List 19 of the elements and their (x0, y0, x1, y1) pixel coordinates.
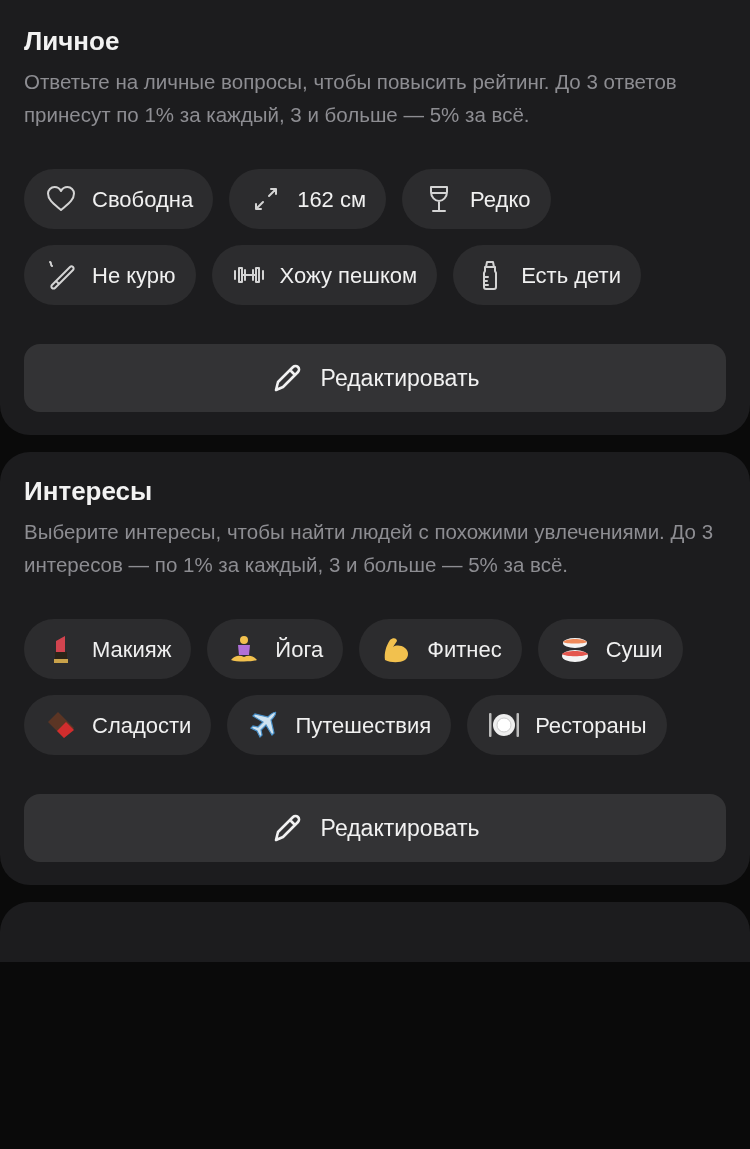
interest-chip[interactable]: Суши (537, 619, 683, 680)
interest-chip[interactable]: Путешествия (227, 695, 452, 756)
profile-chip[interactable]: Не курю (24, 245, 196, 306)
section-title: Личное (24, 26, 121, 58)
interest-chip[interactable]: Рестораны (467, 695, 667, 756)
interest-chip[interactable]: Сладости (24, 695, 212, 756)
interest-chip[interactable]: Йога (207, 619, 344, 680)
interest-chip[interactable]: Фитнес (359, 619, 522, 680)
profile-chip[interactable]: Редко (402, 169, 551, 230)
profile-chip[interactable]: Есть дети (453, 245, 641, 306)
section-description: Ответьте на личные вопросы, чтобы повысить рейтинг. До 3 ответов принесут по 1% за каждый, 3 и больше — 5% за всё. (24, 69, 678, 129)
profile-chip[interactable]: Хожу пешком (211, 245, 438, 306)
edit-button[interactable]: Редактировать (24, 344, 726, 413)
edit-button[interactable]: Редактировать (24, 794, 726, 863)
interest-chip[interactable]: Макияж (24, 619, 192, 680)
section-title: Интересы (24, 476, 154, 508)
profile-chip[interactable]: Свободна (24, 169, 214, 230)
section-description: Выберите интересы, чтобы найти людей с похожими увлечениями. До 3 интересов — по 1% за каждый, 3 и больше — 5% за всё. (24, 519, 715, 579)
profile-chip[interactable]: 162 см (229, 169, 387, 230)
